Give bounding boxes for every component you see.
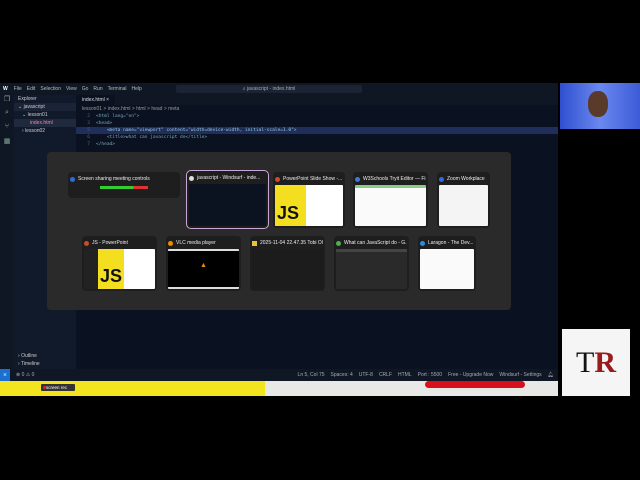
screen-rec-badge[interactable]: screen rec: [41, 384, 75, 391]
task-switcher: Screen sharing meeting controls javascri…: [47, 152, 511, 310]
window-card[interactable]: Zoom Workplace: [437, 172, 490, 228]
indentation[interactable]: Spaces: 4: [331, 372, 353, 378]
problems-count[interactable]: ⊗ 0 ⚠ 0: [16, 372, 34, 378]
code-line-current: 5 <meta name="viewport" content="width=d…: [76, 127, 558, 134]
explorer-icon[interactable]: ❐: [0, 95, 14, 109]
remote-icon[interactable]: ⨯: [0, 369, 10, 381]
zoom-icon: [70, 176, 75, 182]
activity-bar: ❐ ⌕ ⑂ ▦: [0, 95, 14, 369]
window-card[interactable]: VLC media player ▲: [166, 236, 241, 291]
tree-folder-lesson01[interactable]: ⌄ lesson01: [14, 111, 76, 119]
vlc-icon: [168, 240, 173, 246]
folder-icon: [252, 240, 257, 246]
window-card[interactable]: Laragon - The Dev...: [418, 236, 476, 291]
window-card[interactable]: What can JavaScript do - G...: [334, 236, 409, 291]
window-card[interactable]: PowerPoint Slide Show -... JS: [273, 172, 345, 228]
window-card[interactable]: JS - PowerPoint JS: [82, 236, 157, 291]
live-server-port[interactable]: Port : 5500: [418, 372, 442, 378]
js-slide: JS: [275, 185, 306, 226]
menu-go[interactable]: Go: [82, 86, 89, 92]
red-highlight: [425, 381, 525, 388]
tree-folder-lesson02[interactable]: › lesson02: [14, 127, 76, 135]
upgrade-link[interactable]: Free - Upgrade Now: [448, 372, 493, 378]
logo: TR: [562, 329, 630, 396]
background-strip: [0, 381, 265, 396]
notifications-icon[interactable]: 🔔︎: [548, 372, 558, 378]
code-line: 7 </head>: [87, 142, 115, 147]
code-line: 3 <head>: [87, 121, 113, 126]
code-line: 2 <html lang="en">: [87, 114, 140, 119]
tab-bar: index.html ×: [76, 95, 558, 105]
windsurf-icon: [189, 175, 194, 181]
language-mode[interactable]: HTML: [398, 372, 412, 378]
powerpoint-icon: [84, 240, 89, 246]
explorer-title: Explorer: [18, 96, 37, 102]
windsurf-settings[interactable]: Windsurf - Settings: [499, 372, 541, 378]
js-slide: JS: [98, 249, 124, 289]
command-search[interactable]: ⌕ javascript - index.html: [176, 85, 362, 93]
menu-terminal[interactable]: Terminal: [108, 86, 127, 92]
window-card-selected[interactable]: javascript - Windsurf - inde...: [186, 170, 269, 229]
outline-section[interactable]: › Outline: [14, 352, 37, 360]
window-card[interactable]: W3Schools Tryit Editor — Fi...: [353, 172, 428, 228]
source-control-icon[interactable]: ⑂: [0, 123, 14, 137]
menu-bar: File Edit Selection View Go Run Terminal Help: [14, 86, 147, 92]
search-text: javascript - index.html: [246, 86, 296, 92]
app-icon: W: [3, 86, 8, 92]
menu-edit[interactable]: Edit: [27, 86, 36, 92]
tree-folder-javascript[interactable]: ⌄ javascript: [14, 103, 76, 111]
tree-file-index[interactable]: index.html: [14, 119, 76, 127]
tab-index-html[interactable]: index.html ×: [76, 95, 116, 105]
window-card[interactable]: 2025-11-04 22.47.35 Tobi Ol...: [250, 236, 325, 291]
code-line: 6 <title>what can javascript do</title>: [87, 135, 208, 140]
extensions-icon[interactable]: ▦: [0, 137, 14, 151]
breadcrumb: lesson01 > index.html > html > head > me…: [82, 106, 180, 112]
menu-help[interactable]: Help: [132, 86, 142, 92]
laragon-icon: [420, 240, 425, 246]
status-bar: ⨯ ⊗ 0 ⚠ 0 Ln 5, Col 75 Spaces: 4 UTF-8 C…: [0, 369, 558, 381]
menu-file[interactable]: File: [14, 86, 22, 92]
webcam-feed: [560, 83, 640, 129]
zoom-icon: [439, 176, 444, 182]
encoding[interactable]: UTF-8: [359, 372, 373, 378]
window-card[interactable]: Screen sharing meeting controls: [68, 172, 180, 198]
timeline-section[interactable]: › Timeline: [14, 360, 40, 368]
presenter: [588, 91, 608, 117]
search-icon[interactable]: ⌕: [0, 109, 14, 123]
menu-selection[interactable]: Selection: [40, 86, 61, 92]
title-bar: W File Edit Selection View Go Run Terminal Help…: [0, 83, 558, 95]
eol[interactable]: CRLF: [379, 372, 392, 378]
cursor-position[interactable]: Ln 5, Col 75: [298, 372, 325, 378]
menu-run[interactable]: Run: [93, 86, 102, 92]
menu-view[interactable]: View: [66, 86, 77, 92]
chrome-icon: [336, 240, 341, 246]
edge-icon: [355, 176, 360, 182]
powerpoint-icon: [275, 176, 280, 182]
